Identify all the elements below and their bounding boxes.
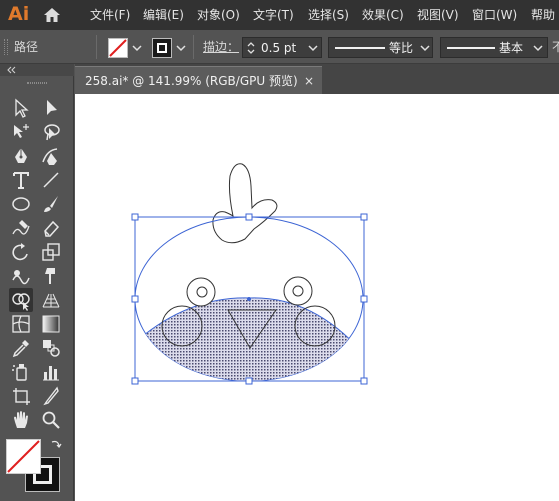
shaper-tool-icon[interactable] [9, 216, 33, 240]
zoom-tool-icon[interactable] [39, 408, 63, 432]
stroke-dropdown-icon[interactable] [174, 39, 188, 57]
variable-width-profile[interactable]: 等比 [328, 37, 433, 58]
menu-object[interactable]: 对象(O) [197, 7, 240, 23]
line-segment-tool-icon[interactable] [39, 168, 63, 192]
rotate-tool-icon[interactable] [9, 240, 33, 264]
chevron-down-icon[interactable] [531, 39, 545, 57]
hand-tool-icon[interactable] [9, 408, 33, 432]
fill-color-box[interactable] [6, 439, 41, 474]
panel-grip-icon[interactable] [4, 39, 8, 55]
menu-bar: Ai 文件(F) 编辑(E) 对象(O) 文字(T) 选择(S) 效果(C) 视… [0, 0, 559, 30]
tools-panel-header [0, 64, 74, 76]
stroke-swatch-inner [157, 43, 167, 53]
artboard-tool-icon[interactable] [9, 384, 33, 408]
stroke-weight-value[interactable]: 0.5 pt [261, 40, 296, 56]
menu-edit[interactable]: 编辑(E) [143, 7, 184, 23]
symbol-sprayer-tool-icon[interactable] [9, 360, 33, 384]
fill-dropdown-icon[interactable] [130, 39, 144, 57]
document-tab-title: 258.ai* @ 141.99% (RGB/GPU 预览) [85, 74, 298, 88]
menu-window[interactable]: 窗口(W) [472, 7, 517, 23]
menu-view[interactable]: 视图(V) [417, 7, 459, 23]
type-tool-icon[interactable] [9, 168, 33, 192]
profile-label: 等比 [389, 41, 414, 55]
column-graph-tool-icon[interactable] [39, 360, 63, 384]
magic-wand-tool-icon[interactable] [9, 120, 33, 144]
menu-effect[interactable]: 效果(C) [362, 7, 404, 23]
brush-line [447, 47, 495, 49]
app-logo: Ai [8, 3, 30, 25]
profile-line [335, 47, 385, 49]
swap-fill-stroke-icon[interactable] [50, 438, 62, 450]
selection-tool-icon[interactable] [9, 96, 33, 120]
gradient-tool-icon[interactable] [39, 312, 63, 336]
menu-help[interactable]: 帮助 [531, 7, 555, 23]
menu-file[interactable]: 文件(F) [90, 7, 130, 23]
shape-builder-tool-icon[interactable] [9, 288, 33, 312]
brush-label: 基本 [499, 41, 524, 55]
close-tab-icon[interactable]: × [304, 73, 314, 89]
fill-swatch[interactable] [108, 38, 128, 58]
menu-type[interactable]: 文字(T) [253, 7, 294, 23]
stroke-weight-field[interactable]: 0.5 pt [242, 37, 322, 58]
eraser-tool-icon[interactable] [39, 216, 63, 240]
stroke-swatch[interactable] [152, 38, 172, 58]
mesh-tool-icon[interactable] [9, 312, 33, 336]
tools-panel [0, 64, 74, 501]
free-transform-tool-icon[interactable] [39, 264, 63, 288]
illustrator-window: Ai 文件(F) 编辑(E) 对象(O) 文字(T) 选择(S) 效果(C) 视… [0, 0, 559, 501]
blend-tool-icon[interactable] [39, 336, 63, 360]
stepper-icon[interactable] [245, 39, 257, 57]
hair-tuft-shape[interactable] [212, 163, 278, 244]
stroke-label[interactable]: 描边： [203, 39, 239, 55]
brush-definition[interactable]: 基本 [440, 37, 548, 58]
panel-grip-icon[interactable] [27, 82, 47, 84]
selection-center-point [247, 297, 251, 301]
eyedropper-tool-icon[interactable] [9, 336, 33, 360]
artboard-canvas[interactable] [75, 94, 559, 501]
scale-tool-icon[interactable] [39, 240, 63, 264]
pen-tool-icon[interactable] [9, 144, 33, 168]
slice-tool-icon[interactable] [39, 384, 63, 408]
perspective-grid-tool-icon[interactable] [39, 288, 63, 312]
direct-selection-tool-icon[interactable] [39, 96, 63, 120]
warp-tool-icon[interactable] [9, 264, 33, 288]
divider [96, 35, 97, 59]
chevron-down-icon[interactable] [418, 39, 432, 57]
menu-select[interactable]: 选择(S) [308, 7, 349, 23]
opacity-label[interactable]: 不 [552, 39, 559, 55]
artwork[interactable] [75, 94, 559, 501]
document-tab-bar: 258.ai* @ 141.99% (RGB/GPU 预览) × [75, 64, 559, 94]
document-tab[interactable]: 258.ai* @ 141.99% (RGB/GPU 预览) × [75, 66, 322, 94]
left-eye[interactable] [186, 277, 216, 307]
curvature-tool-icon[interactable] [39, 144, 63, 168]
ellipse-tool-icon[interactable] [9, 192, 33, 216]
chevron-down-icon[interactable] [306, 39, 320, 57]
right-eye[interactable] [283, 276, 313, 306]
collapse-icon[interactable] [6, 66, 16, 74]
control-bar: 路径 描边： 0.5 pt 等比 基本 不 [0, 30, 559, 64]
lasso-tool-icon[interactable] [39, 120, 63, 144]
home-icon[interactable] [42, 6, 62, 24]
divider [193, 35, 194, 59]
object-type-label: 路径 [14, 40, 39, 54]
paintbrush-tool-icon[interactable] [39, 192, 63, 216]
